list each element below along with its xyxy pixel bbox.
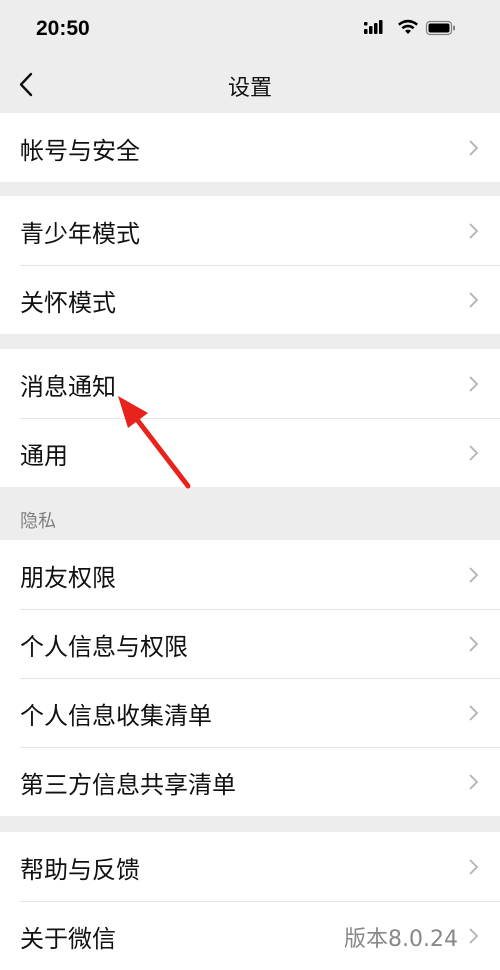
chevron-right-icon [469,223,479,239]
settings-group-modes: 青少年模式 关怀模式 [0,196,500,334]
settings-item-notifications[interactable]: 消息通知 [0,349,500,418]
settings-item-friend-permissions[interactable]: 朋友权限 [0,540,500,609]
settings-item-account-security[interactable]: 帐号与安全 [0,113,500,182]
version-value: 版本8.0.24 [344,927,458,952]
status-bar: 20:50 [0,0,500,60]
settings-group-privacy: 朋友权限 个人信息与权限 个人信息收集清单 第三方信息共享清单 [0,540,500,816]
settings-item-label: 第三方信息共享清单 [20,771,236,799]
settings-item-about-wechat[interactable]: 关于微信 版本8.0.24 [0,901,500,970]
section-header-privacy: 隐私 [20,511,56,532]
chevron-right-icon [469,140,479,156]
chevron-right-icon [469,859,479,875]
status-icons [364,19,455,36]
settings-item-label: 关怀模式 [20,289,116,317]
chevron-right-icon [469,292,479,308]
nav-bar: 设置 [0,60,500,112]
settings-item-third-party-sharing-list[interactable]: 第三方信息共享清单 [0,747,500,816]
settings-item-label: 帮助与反馈 [20,856,140,884]
settings-item-label: 关于微信 [20,925,116,953]
status-time: 20:50 [36,17,90,40]
settings-item-general[interactable]: 通用 [0,418,500,487]
settings-group-about: 帮助与反馈 关于微信 版本8.0.24 [0,832,500,970]
settings-item-label: 帐号与安全 [20,137,140,165]
settings-item-label: 青少年模式 [20,220,140,248]
settings-item-label: 通用 [20,442,68,470]
chevron-right-icon [469,567,479,583]
chevron-right-icon [469,445,479,461]
settings-group-general: 消息通知 通用 [0,349,500,487]
chevron-right-icon [469,376,479,392]
settings-item-teen-mode[interactable]: 青少年模式 [0,196,500,265]
settings-item-label: 个人信息收集清单 [20,702,212,730]
settings-group-account: 帐号与安全 [0,113,500,182]
settings-item-label: 消息通知 [20,373,116,401]
chevron-right-icon [469,705,479,721]
wifi-icon [398,19,418,34]
chevron-right-icon [469,636,479,652]
settings-item-personal-info-permissions[interactable]: 个人信息与权限 [0,609,500,678]
chevron-right-icon [469,928,479,944]
settings-item-care-mode[interactable]: 关怀模式 [0,265,500,334]
settings-item-label: 个人信息与权限 [20,633,188,661]
battery-icon [425,20,455,36]
signal-icon [364,20,383,34]
page-title: 设置 [227,76,272,101]
settings-item-info-collection-list[interactable]: 个人信息收集清单 [0,678,500,747]
settings-item-label: 朋友权限 [20,564,116,592]
settings-item-help-feedback[interactable]: 帮助与反馈 [0,832,500,901]
chevron-right-icon [469,774,479,790]
